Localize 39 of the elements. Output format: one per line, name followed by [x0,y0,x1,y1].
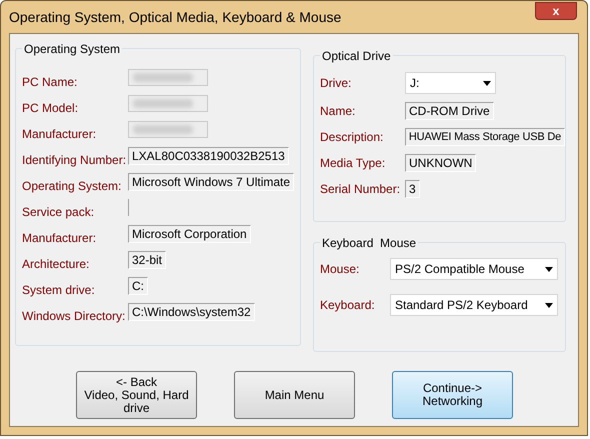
dropdown[interactable]: PS/2 Compatible Mouse [390,258,558,280]
field-label: Manufacturer: [22,231,96,245]
field-label: System drive: [22,283,95,297]
field-label: Media Type: [320,156,386,170]
value-field: UNKNOWN [405,154,476,172]
value-field: C:\Windows\system32 [128,303,255,321]
field-label: Drive: [320,76,352,90]
field-label: Description: [320,130,384,144]
dropdown[interactable]: J: [405,72,496,94]
window-title: Operating System, Optical Media, Keyboard & Mouse [9,8,342,27]
caret-icon [545,302,553,308]
field-label: Name: [320,104,356,118]
field-label: Architecture: [22,257,90,271]
value-field: C: [128,277,148,295]
field-label: Manufacturer: [22,127,96,141]
caret-icon [545,266,553,272]
value-field: 3 [405,180,420,198]
value-field: Microsoft Corporation [128,225,251,243]
field-label: Keyboard: [320,298,375,312]
command-button[interactable]: <- Back Video, Sound, Hard drive [76,371,197,419]
close-button[interactable]: x [535,2,577,20]
field-label: PC Name: [22,75,78,89]
field-label: Identifying Number: [22,153,126,167]
empty-field [128,199,131,216]
value-field: CD-ROM Drive [405,102,494,120]
caret-icon [483,80,491,86]
value-field: HUAWEI Mass Storage USB De [404,128,565,146]
value-field: LXAL80C0338190032B2513 [128,147,289,165]
field-label: Windows Directory: [22,309,126,323]
field-label: Mouse: [320,262,360,276]
dropdown[interactable]: Standard PS/2 Keyboard [390,294,558,316]
field-label: PC Model: [22,101,78,115]
field-label: Operating System: [22,179,122,193]
value-field: 32-bit [128,251,166,269]
value-field: Microsoft Windows 7 Ultimate [128,173,294,191]
command-button[interactable]: Main Menu [234,371,355,419]
field-label: Serial Number: [320,182,400,196]
command-button[interactable]: Continue-> Networking [392,371,513,419]
field-label: Service pack: [22,205,94,219]
